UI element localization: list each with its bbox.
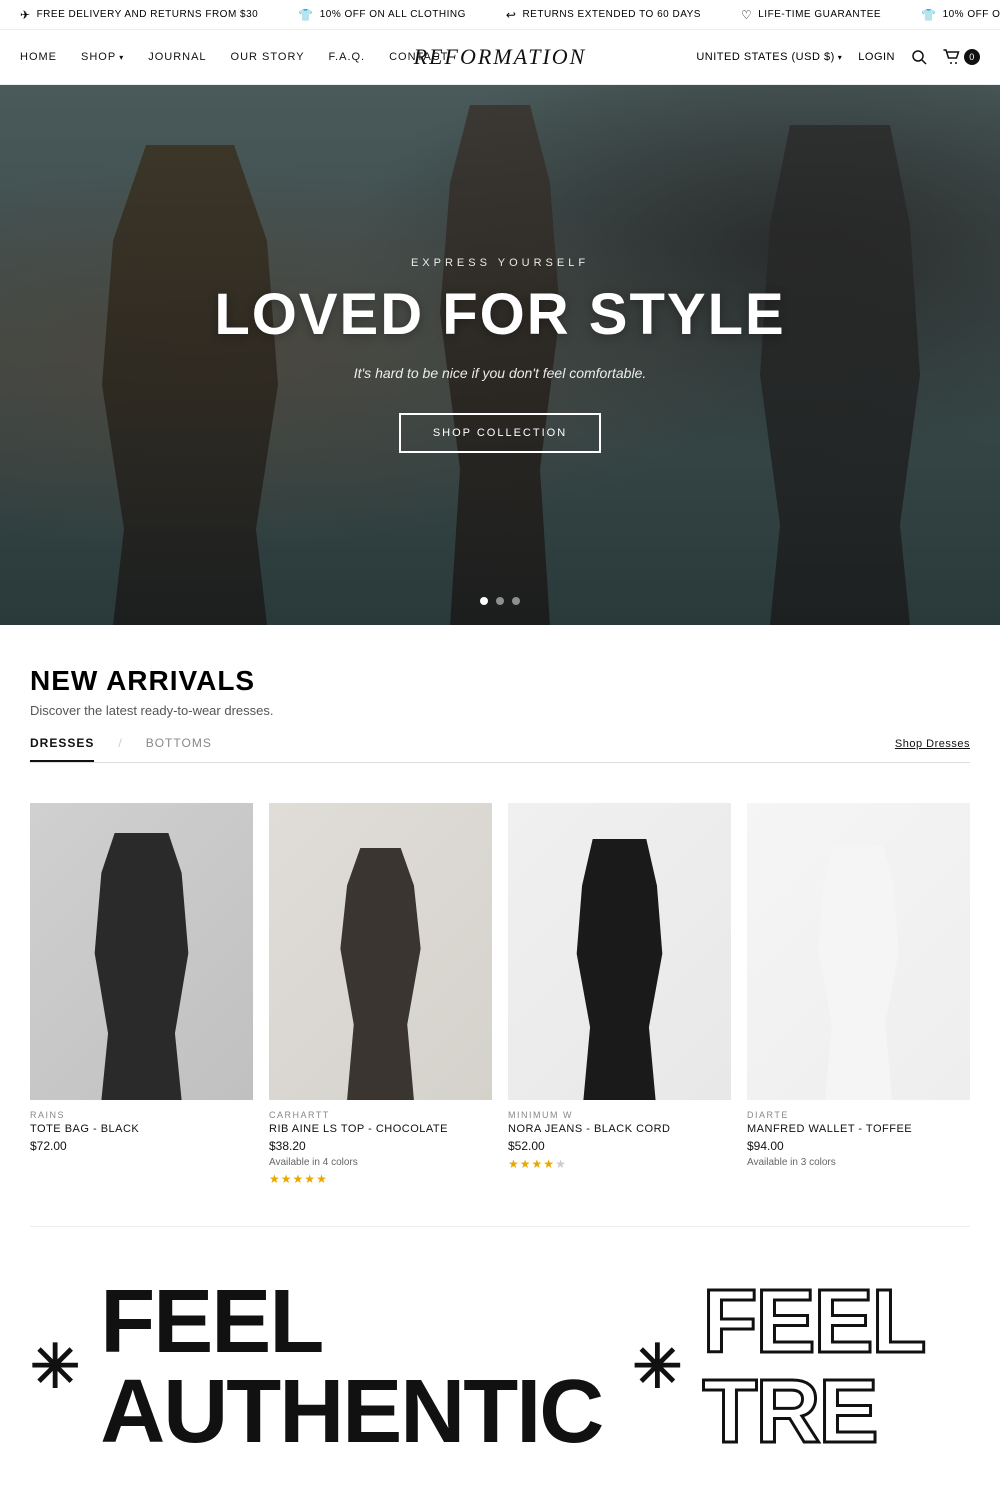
product-name-4: MANFRED WALLET - TOFFEE	[747, 1123, 970, 1135]
hero-dot-1[interactable]	[480, 597, 488, 605]
product-price-2: $38.20	[269, 1139, 492, 1153]
site-logo[interactable]: REFORMATION	[414, 44, 587, 70]
feel-title: FEEL AUTHENTIC	[100, 1277, 602, 1457]
announcement-bar: ✈ FREE DELIVERY AND RETURNS FROM $30 👕 1…	[0, 0, 1000, 30]
feel-banner: ✳ FEEL AUTHENTIC ✳ FEEL TRE	[0, 1227, 1000, 1507]
star-4: ★	[304, 1172, 315, 1186]
star-2: ★	[520, 1157, 531, 1171]
product-card-3[interactable]: MINIMUM W NORA JEANS - BLACK CORD $52.00…	[508, 803, 731, 1186]
product-stars-3: ★ ★ ★ ★ ★	[508, 1157, 731, 1171]
announcement-text-4: LIFE-TIME GUARANTEE	[758, 9, 881, 20]
announcement-text-3: RETURNS EXTENDED TO 60 DAYS	[522, 9, 701, 20]
clothing-icon-1: 👕	[298, 8, 313, 22]
announcement-item-3: ↩ RETURNS EXTENDED TO 60 DAYS	[486, 8, 721, 22]
product-card-4[interactable]: DIARTE MANFRED WALLET - TOFFEE $94.00 Av…	[747, 803, 970, 1186]
product-colors-4: Available in 3 colors	[747, 1157, 970, 1168]
star-3: ★	[532, 1157, 543, 1171]
feel-ghost-title: FEEL TRE	[703, 1277, 970, 1457]
new-arrivals-title: NEW ARRIVALS	[30, 665, 970, 697]
hero-dot-3[interactable]	[512, 597, 520, 605]
clothing-icon-2: 👕	[921, 8, 936, 22]
main-nav: HOME SHOP ▾ JOURNAL OUR STORY F.A.Q. CON…	[0, 30, 1000, 85]
star-1: ★	[508, 1157, 519, 1171]
chevron-down-icon: ▾	[119, 53, 124, 62]
hero-dot-2[interactable]	[496, 597, 504, 605]
product-brand-2: CARHARTT	[269, 1110, 492, 1120]
tab-separator: /	[118, 736, 121, 762]
product-colors-2: Available in 4 colors	[269, 1157, 492, 1168]
tab-dresses[interactable]: DRESSES	[30, 736, 94, 762]
new-arrivals-section: NEW ARRIVALS Discover the latest ready-t…	[0, 625, 1000, 1227]
star-1: ★	[269, 1172, 280, 1186]
product-grid: RAINS TOTE BAG - BLACK $72.00 CARHARTT R…	[30, 803, 970, 1227]
shop-dresses-link[interactable]: Shop Dresses	[895, 738, 970, 760]
heart-icon: ♡	[741, 8, 752, 22]
tab-bottoms[interactable]: BOTTOMS	[146, 736, 212, 762]
star-2: ★	[281, 1172, 292, 1186]
hero-content: EXPRESS YOURSELF LOVED FOR STYLE It's ha…	[214, 257, 785, 453]
product-brand-1: RAINS	[30, 1110, 253, 1120]
cart-count: 0	[964, 49, 980, 65]
product-figure-1	[75, 833, 209, 1101]
product-brand-3: MINIMUM W	[508, 1110, 731, 1120]
new-arrivals-subtitle: Discover the latest ready-to-wear dresse…	[30, 703, 970, 718]
hero-subtitle: It's hard to be nice if you don't feel c…	[214, 365, 785, 381]
product-card-1[interactable]: RAINS TOTE BAG - BLACK $72.00	[30, 803, 253, 1186]
product-name-2: RIB AINE LS TOP - CHOCOLATE	[269, 1123, 492, 1135]
product-image-2	[269, 803, 492, 1100]
product-image-4	[747, 803, 970, 1100]
product-image-1	[30, 803, 253, 1100]
hero-section: EXPRESS YOURSELF LOVED FOR STYLE It's ha…	[0, 85, 1000, 625]
star-5: ★	[316, 1172, 327, 1186]
hero-eyebrow: EXPRESS YOURSELF	[214, 257, 785, 269]
star-5-empty: ★	[555, 1157, 566, 1171]
star-4: ★	[543, 1157, 554, 1171]
product-price-1: $72.00	[30, 1139, 253, 1153]
feel-asterisk-2: ✳	[632, 1337, 682, 1397]
region-chevron-icon: ▾	[838, 53, 843, 62]
feel-asterisk-1: ✳	[30, 1337, 80, 1397]
shop-collection-button[interactable]: SHOP COLLECTION	[399, 413, 601, 453]
product-brand-4: DIARTE	[747, 1110, 970, 1120]
tabs-left: DRESSES / BOTTOMS	[30, 736, 212, 762]
product-image-3	[508, 803, 731, 1100]
announcement-item-1: ✈ FREE DELIVERY AND RETURNS FROM $30	[0, 8, 278, 22]
announcement-text-5: 10% OFF ON ALL CLOTHING	[943, 9, 1000, 20]
cart-button[interactable]: 0	[943, 49, 980, 65]
region-selector[interactable]: UNITED STATES (USD $) ▾	[696, 51, 842, 63]
product-figure-4	[792, 845, 926, 1101]
nav-our-story[interactable]: OUR STORY	[231, 51, 305, 63]
nav-home[interactable]: HOME	[20, 51, 57, 63]
announcement-text-1: FREE DELIVERY AND RETURNS FROM $30	[37, 9, 259, 20]
login-button[interactable]: LOGIN	[858, 51, 895, 63]
nav-journal[interactable]: JOURNAL	[148, 51, 206, 63]
cart-icon	[943, 49, 961, 65]
product-card-2[interactable]: CARHARTT RIB AINE LS TOP - CHOCOLATE $38…	[269, 803, 492, 1186]
product-price-4: $94.00	[747, 1139, 970, 1153]
announcement-text-2: 10% OFF ON ALL CLOTHING	[320, 9, 466, 20]
returns-icon: ↩	[506, 8, 517, 22]
search-icon	[911, 49, 927, 65]
product-name-1: TOTE BAG - BLACK	[30, 1123, 253, 1135]
nav-faq[interactable]: F.A.Q.	[329, 51, 366, 63]
announcement-item-2: 👕 10% OFF ON ALL CLOTHING	[278, 8, 486, 22]
product-figure-3	[553, 839, 687, 1101]
product-figure-2	[314, 848, 448, 1101]
star-3: ★	[293, 1172, 304, 1186]
nav-shop[interactable]: SHOP ▾	[81, 51, 124, 63]
product-stars-2: ★ ★ ★ ★ ★	[269, 1172, 492, 1186]
announcement-item-5: 👕 10% OFF ON ALL CLOTHING	[901, 8, 1000, 22]
product-name-3: NORA JEANS - BLACK CORD	[508, 1123, 731, 1135]
announcement-item-4: ♡ LIFE-TIME GUARANTEE	[721, 8, 901, 22]
delivery-icon: ✈	[20, 8, 31, 22]
product-price-3: $52.00	[508, 1139, 731, 1153]
tabs-row: DRESSES / BOTTOMS Shop Dresses	[30, 736, 970, 763]
search-button[interactable]	[911, 49, 927, 65]
hero-title: LOVED FOR STYLE	[214, 283, 785, 347]
hero-dots	[480, 597, 520, 605]
